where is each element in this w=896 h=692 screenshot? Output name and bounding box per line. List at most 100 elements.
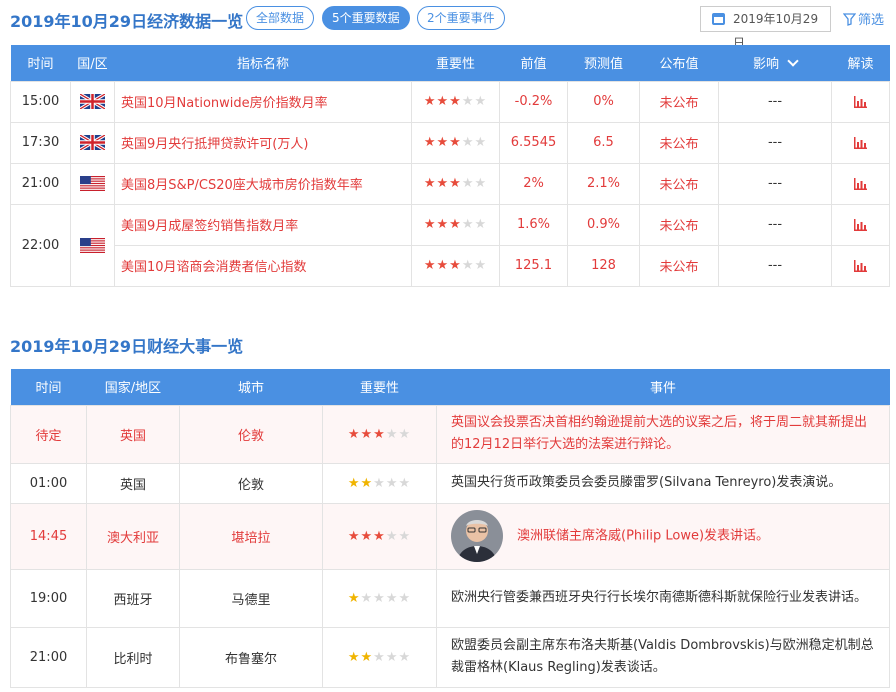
econ-time: 17:30	[10, 121, 71, 164]
econ-impact: ---	[718, 203, 832, 246]
ev-col-event: 事件	[436, 369, 890, 405]
event-importance: ★★★★★	[322, 462, 437, 504]
events-header-row: 时间 国家/地区 城市 重要性 事件	[10, 369, 890, 405]
event-description: 英国议会投票否决首相约翰逊提前大选的议案之后，将于周二就其新提出的12月12日举…	[436, 404, 890, 464]
econ-time: 22:00	[10, 203, 71, 287]
econ-previous: -0.2%	[499, 80, 568, 123]
importance-stars: ★★★★★	[423, 217, 488, 232]
event-country: 西班牙	[86, 568, 180, 628]
event-time: 14:45	[10, 502, 87, 570]
importance-stars: ★★★★★	[347, 528, 412, 544]
ev-col-country: 国家/地区	[86, 369, 180, 405]
econ-actual: 未公布	[639, 244, 719, 287]
event-time: 待定	[10, 404, 87, 464]
econ-importance: ★★★★★	[411, 244, 500, 287]
econ-forecast: 0%	[567, 80, 640, 123]
event-country: 英国	[86, 404, 180, 464]
bar-chart-icon[interactable]	[854, 259, 867, 272]
event-importance: ★★★★★	[322, 626, 437, 688]
event-text: 欧洲央行管委兼西班牙央行行长埃尔南德斯德科斯就保险行业发表讲话。	[451, 590, 868, 605]
econ-importance: ★★★★★	[411, 203, 500, 246]
importance-stars: ★★★★★	[423, 94, 488, 109]
event-time: 01:00	[10, 462, 87, 504]
econ-indicator-name[interactable]: 美国8月S&P/CS20座大城市房价指数年率	[114, 162, 412, 205]
econ-indicator-name[interactable]: 英国9月央行抵押贷款许可(万人)	[114, 121, 412, 164]
importance-stars: ★★★★★	[423, 258, 488, 273]
filter-label: 筛选	[858, 13, 885, 28]
filter-important-data-button[interactable]: 5个重要数据	[322, 6, 410, 30]
filter-important-events-button[interactable]: 2个重要事件	[417, 6, 505, 30]
econ-interpret[interactable]	[831, 80, 890, 123]
econ-data-table: 时间 国/区 指标名称 重要性 前值 预测值 公布值 影响 解读 15:00 英国…	[10, 45, 890, 287]
date-picker[interactable]: 2019年10月29日	[700, 6, 831, 50]
econ-indicator-name[interactable]: 美国10月谘商会消费者信心指数	[114, 244, 412, 287]
econ-flag	[70, 203, 115, 287]
col-impact[interactable]: 影响	[718, 45, 832, 81]
event-city: 堪培拉	[179, 502, 323, 570]
importance-stars: ★★★★★	[347, 649, 412, 665]
importance-stars: ★★★★★	[347, 590, 412, 606]
col-previous: 前值	[499, 45, 568, 81]
event-country: 澳大利亚	[86, 502, 180, 570]
chevron-down-icon	[787, 55, 799, 67]
event-importance: ★★★★★	[322, 502, 437, 570]
funnel-icon	[842, 13, 857, 26]
econ-row: 美国10月谘商会消费者信心指数 ★★★★★ 125.1 128 未公布 ---	[11, 244, 890, 287]
econ-previous: 125.1	[499, 244, 568, 287]
econ-interpret[interactable]	[831, 244, 890, 287]
event-row: 21:00 比利时 布鲁塞尔 ★★★★★ 欧盟委员会副主席东布洛夫斯基(Valdis D…	[10, 626, 890, 688]
event-country: 比利时	[86, 626, 180, 688]
econ-forecast: 128	[567, 244, 640, 287]
econ-interpret[interactable]	[831, 121, 890, 164]
econ-interpret[interactable]	[831, 203, 890, 246]
event-city: 布鲁塞尔	[179, 626, 323, 688]
econ-section-title: 2019年10月29日经济数据一览	[10, 12, 244, 31]
event-importance: ★★★★★	[322, 568, 437, 628]
bar-chart-icon[interactable]	[854, 177, 867, 190]
us-flag-icon	[80, 237, 105, 253]
event-row: 19:00 西班牙 马德里 ★★★★★ 欧洲央行管委兼西班牙央行行长埃尔南德斯德科斯就保…	[10, 568, 890, 628]
econ-row: 21:00 美国8月S&P/CS20座大城市房价指数年率 ★★★★★ 2% 2.1% 未公…	[10, 162, 890, 205]
econ-forecast: 6.5	[567, 121, 640, 164]
econ-indicator-name[interactable]: 英国10月Nationwide房价指数月率	[114, 80, 412, 123]
econ-row: 17:30 英国9月央行抵押贷款许可(万人) ★★★★★ 6.5545 6.5 未公布 --…	[10, 121, 890, 164]
bar-chart-icon[interactable]	[854, 218, 867, 231]
econ-impact: ---	[718, 244, 832, 287]
event-text: 英国央行货币政策委员会委员滕雷罗(Silvana Tenreyro)发表演说。	[451, 475, 842, 490]
econ-actual: 未公布	[639, 80, 719, 123]
event-city: 伦敦	[179, 462, 323, 504]
importance-stars: ★★★★★	[347, 426, 412, 442]
bar-chart-icon[interactable]	[854, 95, 867, 108]
econ-indicator-name[interactable]: 美国9月成屋签约销售指数月率	[114, 203, 412, 246]
econ-forecast: 2.1%	[567, 162, 640, 205]
importance-stars: ★★★★★	[347, 475, 412, 491]
econ-flag	[70, 162, 115, 205]
events-section-title: 2019年10月29日财经大事一览	[10, 337, 244, 356]
econ-actual: 未公布	[639, 203, 719, 246]
uk-flag-icon	[80, 135, 105, 150]
col-forecast: 预测值	[567, 45, 640, 81]
econ-actual: 未公布	[639, 121, 719, 164]
col-actual: 公布值	[639, 45, 719, 81]
filter-button[interactable]: 筛选	[842, 9, 885, 28]
col-interpret: 解读	[831, 45, 890, 81]
col-time: 时间	[10, 45, 71, 81]
econ-importance: ★★★★★	[411, 80, 500, 123]
event-text: 欧盟委员会副主席东布洛夫斯基(Valdis Dombrovskis)与欧洲稳定机…	[451, 638, 874, 675]
calendar-icon	[712, 13, 725, 25]
event-text: 英国议会投票否决首相约翰逊提前大选的议案之后，将于周二就其新提出的12月12日举…	[451, 415, 868, 452]
bar-chart-icon[interactable]	[854, 136, 867, 149]
econ-impact: ---	[718, 80, 832, 123]
event-description: 欧洲央行管委兼西班牙央行行长埃尔南德斯德科斯就保险行业发表讲话。	[436, 568, 890, 628]
filter-all-data-button[interactable]: 全部数据	[246, 6, 315, 30]
ev-col-city: 城市	[179, 369, 323, 405]
econ-interpret[interactable]	[831, 162, 890, 205]
econ-actual: 未公布	[639, 162, 719, 205]
econ-impact: ---	[718, 121, 832, 164]
event-description: 欧盟委员会副主席东布洛夫斯基(Valdis Dombrovskis)与欧洲稳定机…	[436, 626, 890, 688]
event-time: 21:00	[10, 626, 87, 688]
events-table: 时间 国家/地区 城市 重要性 事件 待定 英国 伦敦 ★★★★★ 英国议会投票否决首相…	[10, 369, 890, 688]
econ-row: 15:00 英国10月Nationwide房价指数月率 ★★★★★ -0.2% 0% 未公…	[10, 80, 890, 123]
event-country: 英国	[86, 462, 180, 504]
econ-impact: ---	[718, 162, 832, 205]
